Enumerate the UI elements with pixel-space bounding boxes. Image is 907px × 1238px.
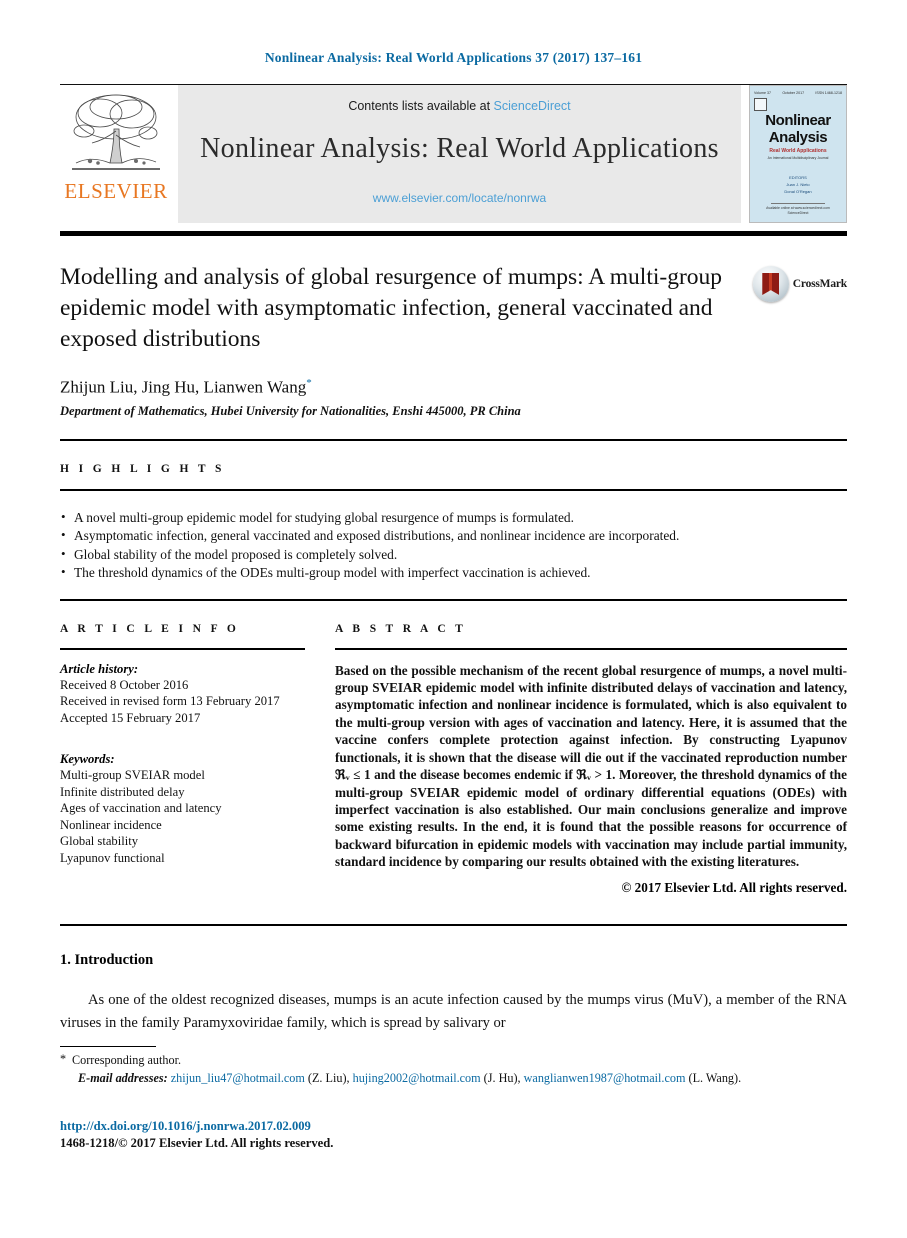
article-history-accepted: Accepted 15 February 2017 bbox=[60, 710, 201, 725]
abstract-text: Based on the possible mechanism of the r… bbox=[335, 662, 847, 870]
cover-volume: Volume 37 bbox=[754, 91, 771, 95]
sciencedirect-link[interactable]: ScienceDirect bbox=[494, 99, 571, 113]
masthead-bottom-rule bbox=[60, 231, 847, 236]
cover-editor-1: Juan J. Nieto bbox=[786, 182, 810, 187]
authors-names: Zhijun Liu, Jing Hu, Lianwen Wang bbox=[60, 377, 307, 397]
section-heading-introduction: 1. Introduction bbox=[60, 951, 154, 968]
highlights-heading: H I G H L I G H T S bbox=[60, 462, 225, 475]
email-link-3[interactable]: wanglianwen1987@hotmail.com bbox=[524, 1071, 686, 1085]
corresponding-author-marker: * bbox=[306, 377, 312, 389]
contents-available-line: Contents lists available at ScienceDirec… bbox=[348, 99, 570, 113]
footnote-divider bbox=[60, 1046, 156, 1047]
issn-copyright-line: 1468-1218/© 2017 Elsevier Ltd. All right… bbox=[60, 1136, 334, 1150]
journal-masthead: ELSEVIER Contents lists available at Sci… bbox=[60, 84, 847, 223]
article-info-heading: A R T I C L E I N F O bbox=[60, 622, 240, 635]
cover-footer: Available online at www.sciencedirect.co… bbox=[750, 203, 846, 216]
introduction-paragraph: As one of the oldest recognized diseases… bbox=[60, 991, 847, 1031]
cover-date: October 2017 bbox=[782, 91, 805, 95]
cover-footer-line2: ScienceDirect bbox=[787, 211, 809, 215]
cover-editors: EDITORS Juan J. Nieto Donal O'Regan bbox=[750, 174, 846, 195]
keyword-item: Ages of vaccination and latency bbox=[60, 801, 222, 816]
highlights-list: A novel multi-group epidemic model for s… bbox=[60, 508, 847, 583]
email-addresses-label: E-mail addresses: bbox=[78, 1071, 168, 1086]
crossmark-badge[interactable]: CrossMark bbox=[752, 266, 847, 302]
cover-footer-divider bbox=[771, 203, 825, 204]
cover-elsevier-mark-icon bbox=[754, 98, 767, 111]
abstract-copyright: © 2017 Elsevier Ltd. All rights reserved… bbox=[621, 879, 847, 895]
abstract-column: A B S T R A C T Based on the possible me… bbox=[335, 623, 847, 896]
keyword-item: Infinite distributed delay bbox=[60, 784, 185, 799]
elsevier-logo: ELSEVIER bbox=[60, 85, 172, 223]
keyword-item: Nonlinear incidence bbox=[60, 817, 162, 832]
email-link-2[interactable]: hujing2002@hotmail.com bbox=[353, 1071, 481, 1085]
email-person-3: (L. Wang). bbox=[688, 1071, 742, 1086]
article-first-page: Nonlinear Analysis: Real World Applicati… bbox=[0, 0, 907, 1238]
article-history-revised: Received in revised form 13 February 201… bbox=[60, 694, 280, 709]
cover-editor-2: Donal O'Regan bbox=[784, 189, 812, 194]
list-item: The threshold dynamics of the ODEs multi… bbox=[60, 563, 847, 583]
cover-title-line2: Analysis bbox=[768, 129, 828, 146]
email-link-1[interactable]: zhijun_liu47@hotmail.com bbox=[171, 1071, 305, 1085]
email-person-2: (J. Hu), bbox=[483, 1071, 521, 1086]
keyword-item: Multi-group SVEIAR model bbox=[60, 768, 205, 783]
cover-subtitle: Real World Applications bbox=[769, 148, 827, 154]
journal-cover-thumbnail[interactable]: Volume 37 October 2017 ISSN 1468-1218 No… bbox=[749, 85, 847, 223]
list-item: A novel multi-group epidemic model for s… bbox=[60, 508, 847, 528]
email-addresses-note: E-mail addresses: zhijun_liu47@hotmail.c… bbox=[60, 1070, 847, 1086]
list-item: Asymptomatic infection, general vaccinat… bbox=[60, 526, 847, 546]
crossmark-book-shape bbox=[762, 273, 780, 295]
article-info-rule bbox=[60, 647, 305, 650]
masthead-center: Contents lists available at ScienceDirec… bbox=[178, 85, 741, 223]
email-person-1: (Z. Liu), bbox=[307, 1071, 350, 1086]
cover-editors-label: EDITORS bbox=[789, 175, 807, 180]
page-title: Modelling and analysis of global resurge… bbox=[60, 264, 723, 352]
cover-title-line1: Nonlinear bbox=[765, 112, 831, 129]
keywords-label: Keywords: bbox=[60, 752, 115, 767]
doi-link[interactable]: http://dx.doi.org/10.1016/j.nonrwa.2017.… bbox=[60, 1118, 333, 1135]
article-history-received: Received 8 October 2016 bbox=[60, 677, 189, 692]
cover-issn: ISSN 1468-1218 bbox=[815, 91, 842, 95]
abstract-heading: A B S T R A C T bbox=[335, 622, 467, 635]
footer-block: http://dx.doi.org/10.1016/j.nonrwa.2017.… bbox=[60, 1118, 333, 1152]
list-item: Global stability of the model proposed i… bbox=[60, 545, 847, 565]
contents-prefix-text: Contents lists available at bbox=[348, 99, 494, 113]
abstract-rule bbox=[335, 647, 847, 650]
corresponding-author-note: * Corresponding author. bbox=[60, 1052, 847, 1068]
cover-top-meta: Volume 37 October 2017 ISSN 1468-1218 bbox=[750, 86, 846, 95]
article-info-column: A R T I C L E I N F O Article history: R… bbox=[60, 623, 305, 896]
footnotes-block: * Corresponding author. E-mail addresses:… bbox=[60, 1052, 847, 1087]
authors-bottom-rule bbox=[60, 438, 847, 441]
highlights-top-rule bbox=[60, 488, 847, 491]
journal-homepage-link[interactable]: www.elsevier.com/locate/nonrwa bbox=[373, 191, 546, 205]
author-list: Zhijun Liu, Jing Hu, Lianwen Wang* bbox=[60, 377, 847, 398]
crossmark-label: CrossMark bbox=[792, 278, 847, 290]
journal-title: Nonlinear Analysis: Real World Applicati… bbox=[200, 133, 719, 164]
elsevier-tree-icon bbox=[70, 91, 162, 177]
author-affiliation: Department of Mathematics, Hubei Univers… bbox=[60, 403, 521, 418]
highlights-bottom-rule bbox=[60, 598, 847, 601]
elsevier-wordmark: ELSEVIER bbox=[64, 179, 168, 203]
running-head: Nonlinear Analysis: Real World Applicati… bbox=[264, 50, 643, 65]
cover-subtitle-secondary: An International Multidisciplinary Journ… bbox=[767, 156, 829, 160]
title-block: Modelling and analysis of global resurge… bbox=[60, 262, 847, 355]
keyword-item: Lyapunov functional bbox=[60, 850, 165, 865]
info-abstract-columns: A R T I C L E I N F O Article history: R… bbox=[60, 623, 847, 896]
footnote-star-marker: * bbox=[60, 1052, 67, 1066]
abstract-bottom-rule bbox=[60, 923, 847, 926]
keywords-block: Keywords: Multi-group SVEIAR model Infin… bbox=[60, 752, 305, 866]
crossmark-logo-icon bbox=[752, 266, 789, 302]
corresponding-author-text: Corresponding author. bbox=[72, 1053, 181, 1067]
keyword-item: Global stability bbox=[60, 834, 139, 849]
article-history-label: Article history: bbox=[60, 661, 139, 676]
